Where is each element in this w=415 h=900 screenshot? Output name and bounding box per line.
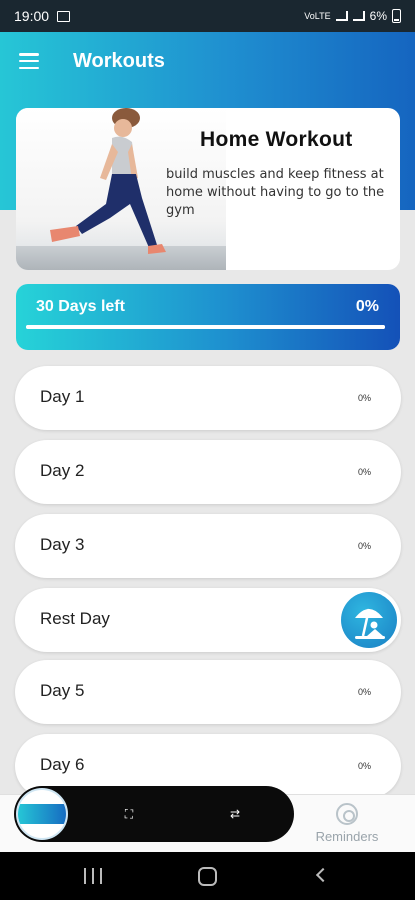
signal-icon-2 [352,11,365,21]
back-icon[interactable] [315,867,331,883]
hamburger-menu-icon[interactable] [19,53,39,69]
day-card-rest[interactable]: Rest Day [15,588,401,652]
status-bar: 19:00 VoLTE 6% [0,0,415,32]
signal-icon [335,11,348,21]
day-label: Day 5 [40,681,85,700]
days-left-label: 30 Days left [36,298,125,315]
day-label: Day 3 [40,535,85,554]
day-card-5[interactable]: Day 5 0% [15,660,401,724]
banner-title: Home Workout [200,128,353,151]
nav-reminders[interactable]: Reminders [312,803,382,844]
day-progress: 0% [357,467,371,477]
share-icon[interactable]: ⇄ [227,806,243,822]
home-icon[interactable] [198,867,217,886]
app-bar: Workouts [0,32,415,90]
day-label: Day 2 [40,461,85,480]
day-label: Rest Day [40,609,110,628]
program-progress-card: 30 Days left 0% [16,284,400,350]
page-title: Workouts [73,49,165,72]
banner-description: build muscles and keep fitness at home w… [166,167,385,218]
day-card-2[interactable]: Day 2 0% [15,440,401,504]
system-navigation-bar [0,852,415,900]
day-progress: 0% [357,761,371,771]
progress-track [26,325,385,329]
gallery-notification-icon [57,10,71,22]
status-time: 19:00 [14,8,50,24]
day-progress: 0% [357,687,371,697]
nav-reminders-label: Reminders [315,829,379,844]
day-progress: 0% [357,541,371,551]
home-workout-banner[interactable]: Home Workout build muscles and keep fitn… [16,108,400,270]
progress-percent: 0% [355,298,379,315]
day-card-3[interactable]: Day 3 0% [15,514,401,578]
status-icons: VoLTE 6% [304,9,401,23]
day-card-1[interactable]: Day 1 0% [15,366,401,430]
battery-text: 6% [369,9,387,23]
network-label: VoLTE [304,11,331,21]
beach-umbrella-icon [341,592,397,648]
recents-icon[interactable] [84,868,102,884]
battery-icon [392,9,401,23]
day-progress: 0% [357,393,371,403]
day-label: Day 6 [40,755,85,774]
screenshot-thumbnail[interactable] [16,788,68,840]
day-label: Day 1 [40,387,85,406]
scroll-capture-icon[interactable]: ⛶ [121,806,137,822]
progress-fill [26,325,385,329]
target-icon [336,803,358,825]
